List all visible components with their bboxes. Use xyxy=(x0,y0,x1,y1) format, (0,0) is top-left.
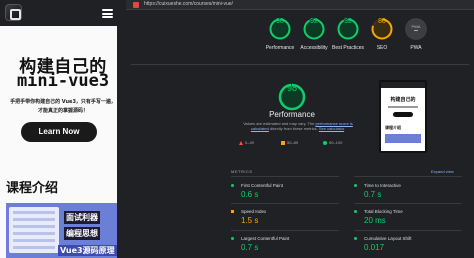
thumbnail-title: 构建自己的 xyxy=(390,97,416,103)
thumbnail-button xyxy=(393,112,413,117)
divider xyxy=(231,176,339,177)
performance-score: 98 xyxy=(286,83,297,93)
circle-icon xyxy=(323,140,327,145)
desc-text: . xyxy=(344,126,346,131)
pass-circle-icon xyxy=(354,210,357,213)
divider xyxy=(354,176,462,177)
gauge-score: 80 xyxy=(378,18,386,25)
metric-label: First Contentful Paint xyxy=(241,183,284,188)
legend-label: 90–100 xyxy=(329,140,343,145)
pass-circle-icon xyxy=(354,184,357,187)
scrollbar-gutter xyxy=(117,0,126,258)
score-legend: 0–49 50–89 90–100 xyxy=(239,140,359,147)
learn-now-button[interactable]: Learn Now xyxy=(21,122,97,142)
gauge-pwa[interactable]: PWA PWA xyxy=(396,18,436,51)
pass-circle-icon xyxy=(231,184,234,187)
gauge-ring: 92 xyxy=(337,18,359,40)
desc-text: directly from these metrics. xyxy=(268,126,319,131)
gauge-ring: 80 xyxy=(371,18,393,40)
lighthouse-icon xyxy=(133,2,139,8)
gauge-ring: 92 xyxy=(303,18,325,40)
performance-description: Values are estimated and may vary. The p… xyxy=(234,121,362,131)
gauge-ring: 98 xyxy=(269,18,291,40)
pwa-badge-icon: PWA xyxy=(405,18,427,40)
performance-title: Performance xyxy=(269,110,315,119)
metric-label: Cumulative Layout Shift xyxy=(364,236,412,241)
gauge-score: 92 xyxy=(344,18,352,25)
legend-pass: 90–100 xyxy=(323,140,342,145)
card-text-1: 面试利器 xyxy=(64,211,100,224)
metric-label: Time to Interactive xyxy=(364,183,401,188)
card-text-3: Vue3源码原理 xyxy=(58,245,117,256)
site-logo-icon[interactable] xyxy=(5,4,22,21)
metric-value: 0.017 xyxy=(364,243,385,252)
thumbnail-section: 课程介绍 xyxy=(385,125,401,130)
url-text: https://cuixueshe.com/courses/mini-vue/ xyxy=(144,1,233,7)
metric-value: 20 ms xyxy=(364,216,386,225)
metric-label: Speed Index xyxy=(241,209,267,214)
divider xyxy=(354,203,462,204)
pwa-badge-text: PWA xyxy=(411,24,421,29)
hero-subtitle-line2: 才能真正的掌握源码！ xyxy=(37,108,88,114)
divider xyxy=(131,64,469,65)
metric-value: 0.7 s xyxy=(241,243,259,252)
metric-label: Total Blocking Time xyxy=(364,209,403,214)
card-text-2: 编程思想 xyxy=(64,227,100,240)
pass-circle-icon xyxy=(231,237,234,240)
legend-fail: 0–49 xyxy=(239,140,254,145)
hero-subtitle-line1: 手把手带你构建自己的 Vue3，只有手写一遍， xyxy=(10,99,116,105)
section-title: 课程介绍 xyxy=(6,181,59,196)
triangle-icon xyxy=(239,140,243,145)
final-screenshot-thumbnail[interactable]: 构建自己的 课程介绍 xyxy=(379,80,427,153)
divider xyxy=(231,203,339,204)
course-card-screenshot xyxy=(9,207,59,253)
metric-value: 1.5 s xyxy=(241,216,259,225)
metric-value: 0.7 s xyxy=(364,190,382,199)
legend-label: 0–49 xyxy=(245,140,254,145)
pass-circle-icon xyxy=(354,237,357,240)
metric-label: Largest Contentful Paint xyxy=(241,236,290,241)
divider xyxy=(231,230,339,231)
divider xyxy=(354,230,462,231)
hero-title-line2: mini-vue3 xyxy=(16,71,110,91)
thumbnail-line xyxy=(388,106,418,108)
hamburger-menu-icon[interactable] xyxy=(102,9,113,18)
metric-value: 0.6 s xyxy=(241,190,259,199)
expand-view-link[interactable]: Expand view xyxy=(431,169,454,174)
url-bar[interactable]: https://cuixueshe.com/courses/mini-vue/ xyxy=(126,0,474,10)
mobile-header xyxy=(0,0,126,26)
course-card[interactable]: 面试利器 编程思想 Vue3源码原理 xyxy=(6,203,119,258)
gauge-score: 98 xyxy=(276,18,284,25)
average-square-icon xyxy=(231,210,234,213)
performance-gauge: 98 xyxy=(278,83,306,111)
legend-average: 50–89 xyxy=(281,140,298,145)
lighthouse-report: https://cuixueshe.com/courses/mini-vue/ … xyxy=(126,0,474,258)
square-icon xyxy=(281,140,285,145)
thumbnail-header xyxy=(381,82,425,88)
metrics-header: METRICS xyxy=(231,169,253,174)
legend-label: 50–89 xyxy=(287,140,299,145)
gauge-score: 92 xyxy=(310,18,318,25)
mobile-preview: 构建自己的 mini-vue3 手把手带你构建自己的 Vue3，只有手写一遍， … xyxy=(0,0,126,258)
gauge-label: PWA xyxy=(410,45,422,51)
thumbnail-card xyxy=(385,134,421,143)
see-calculator-link[interactable]: See calculator xyxy=(319,126,344,131)
